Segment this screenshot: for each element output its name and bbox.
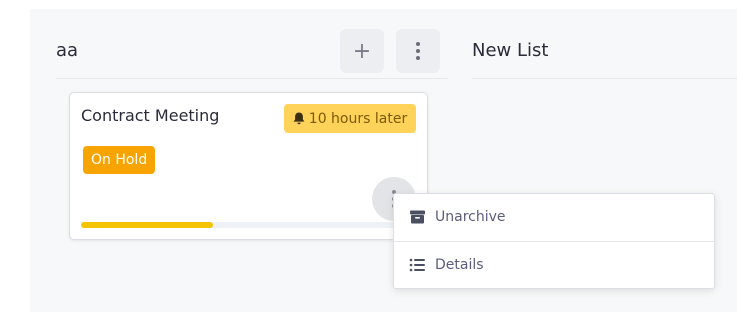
- menu-item-label: Details: [435, 257, 484, 273]
- task-card[interactable]: Contract Meeting 10 hours later On Hold: [69, 92, 428, 240]
- card-context-menu: Unarchive Details: [393, 193, 715, 289]
- board: aa + New List Contract Meeting 10 hours …: [0, 0, 737, 312]
- card-title: Contract Meeting: [81, 106, 220, 125]
- progress-fill: [81, 222, 214, 228]
- list-icon: [409, 258, 425, 272]
- due-badge: 10 hours later: [284, 104, 416, 133]
- status-badge: On Hold: [83, 146, 156, 174]
- column-title[interactable]: aa: [56, 40, 78, 61]
- more-vertical-icon: [416, 42, 420, 60]
- column-menu-button[interactable]: [396, 29, 440, 73]
- menu-item-unarchive[interactable]: Unarchive: [394, 194, 714, 240]
- column-header-new-list: New List: [472, 28, 737, 79]
- menu-item-details[interactable]: Details: [394, 241, 714, 288]
- column-title[interactable]: New List: [472, 40, 548, 61]
- column-header-aa: aa +: [56, 28, 448, 79]
- due-text: 10 hours later: [308, 110, 408, 127]
- archive-icon: [410, 210, 425, 224]
- progress-bar: [81, 222, 396, 228]
- add-card-button[interactable]: +: [340, 29, 384, 73]
- status-text: On Hold: [91, 152, 148, 168]
- menu-item-label: Unarchive: [435, 209, 506, 225]
- plus-icon: +: [352, 38, 372, 64]
- bell-icon: [293, 112, 305, 125]
